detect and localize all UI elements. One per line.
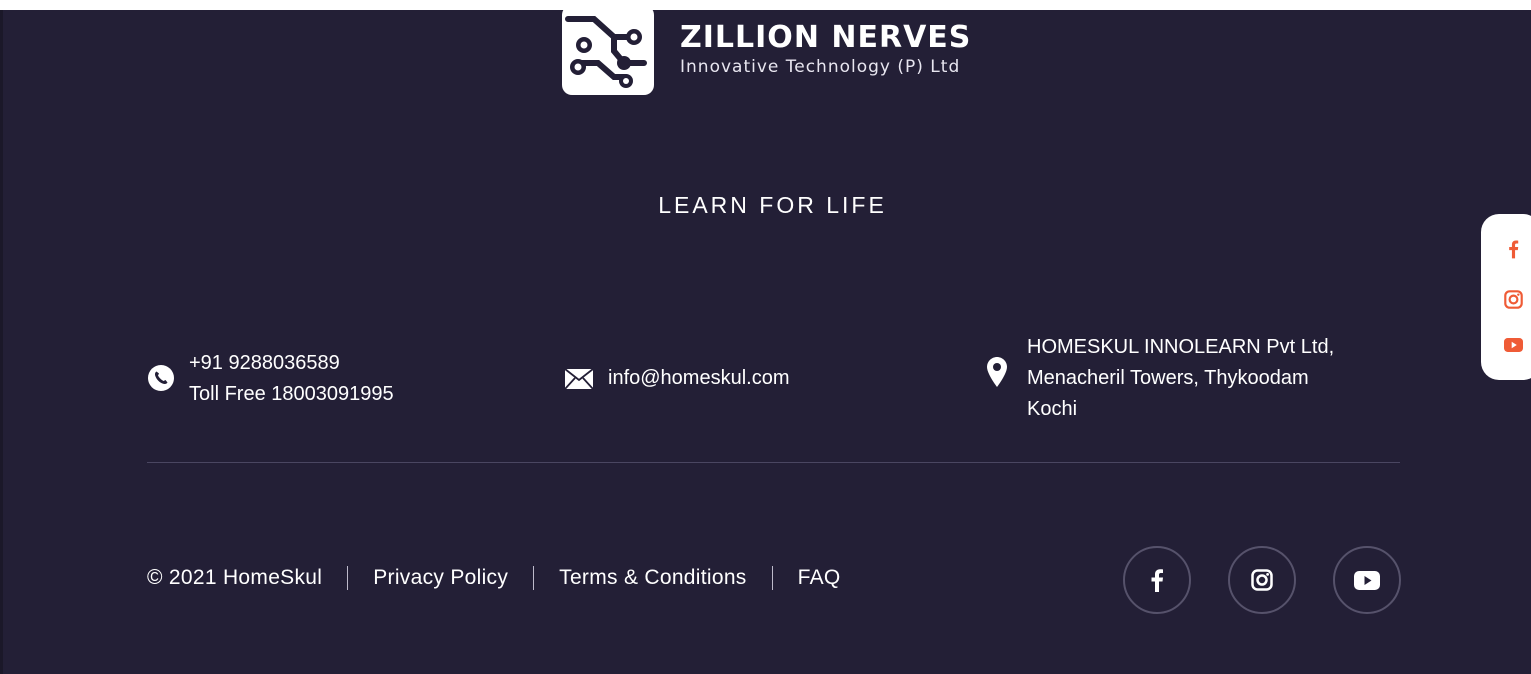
address-line-1: HOMESKUL INNOLEARN Pvt Ltd,	[1027, 336, 1335, 358]
floating-facebook-button[interactable]	[1503, 239, 1523, 259]
link-separator	[771, 566, 773, 590]
floating-youtube-button[interactable]	[1503, 335, 1523, 355]
faq-link[interactable]: FAQ	[798, 566, 841, 590]
brand-subtitle: Innovative Technology (P) Ltd	[680, 57, 961, 77]
link-separator	[347, 566, 349, 590]
instagram-icon	[1251, 569, 1273, 591]
tagline: LEARN FOR LIFE	[658, 192, 887, 218]
contact-phone[interactable]: +91 9288036589 Toll Free 18003091995	[147, 348, 394, 410]
footer-divider	[147, 462, 1400, 463]
left-edge	[0, 10, 3, 674]
mail-icon	[564, 368, 594, 390]
youtube-icon	[1354, 570, 1380, 590]
terms-conditions-link[interactable]: Terms & Conditions	[559, 566, 746, 590]
logo-mark-icon	[562, 5, 654, 95]
phone-number[interactable]: +91 9288036589	[189, 348, 394, 379]
toll-free-number[interactable]: Toll Free 18003091995	[189, 379, 394, 410]
footer-links: © 2021 HomeSkul Privacy Policy Terms & C…	[147, 566, 841, 590]
address-line-3: Kochi	[1027, 398, 1078, 420]
brand-logo[interactable]: ZILLION NERVES Innovative Technology (P)…	[562, 4, 971, 96]
contact-address: HOMESKUL INNOLEARN Pvt Ltd, Menacheril T…	[986, 332, 1334, 425]
privacy-policy-link[interactable]: Privacy Policy	[373, 566, 508, 590]
instagram-icon	[1503, 289, 1523, 309]
address-details: HOMESKUL INNOLEARN Pvt Ltd, Menacheril T…	[1027, 332, 1334, 425]
floating-instagram-button[interactable]	[1503, 289, 1523, 309]
copyright-text: © 2021 HomeSkul	[147, 566, 323, 589]
phone-icon	[148, 365, 174, 391]
facebook-icon	[1151, 569, 1163, 592]
email-link[interactable]: info@homeskul.com	[608, 363, 789, 394]
floating-social-bar	[1481, 214, 1531, 380]
location-pin-icon	[987, 357, 1007, 387]
brand-text: ZILLION NERVES Innovative Technology (P)…	[680, 20, 972, 78]
phone-details: +91 9288036589 Toll Free 18003091995	[189, 348, 394, 410]
youtube-icon	[1503, 338, 1523, 352]
address-line-2: Menacheril Towers, Thykoodam	[1027, 367, 1309, 389]
youtube-button[interactable]	[1333, 546, 1401, 614]
contact-email[interactable]: info@homeskul.com	[564, 363, 789, 394]
facebook-icon	[1508, 240, 1518, 259]
facebook-button[interactable]	[1123, 546, 1191, 614]
brand-name: ZILLION NERVES	[680, 20, 972, 55]
instagram-button[interactable]	[1228, 546, 1296, 614]
link-separator	[533, 566, 535, 590]
